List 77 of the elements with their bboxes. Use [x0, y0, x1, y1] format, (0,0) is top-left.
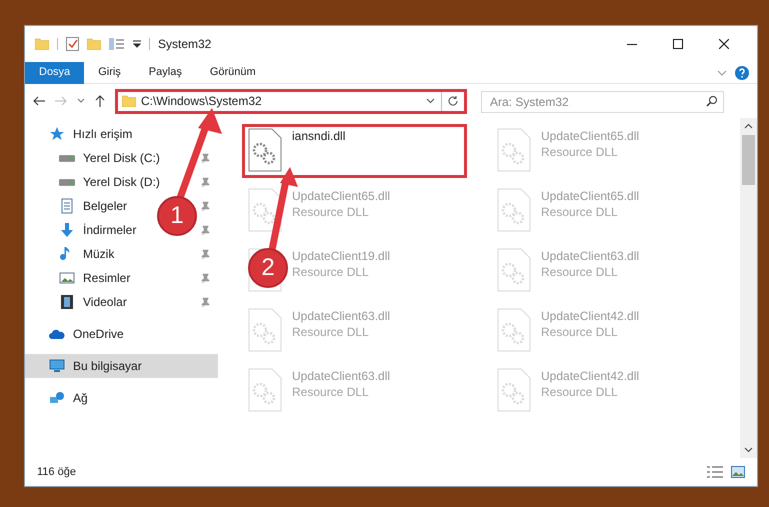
address-field[interactable]: C:\Windows\System32 [115, 88, 467, 114]
window-title: System32 [158, 36, 212, 53]
nav-item[interactable]: Bu bilgisayar [25, 354, 218, 378]
dll-file-icon [497, 248, 531, 292]
pin-icon[interactable] [200, 297, 210, 307]
chevron-down-icon[interactable] [744, 447, 753, 453]
nav-item[interactable]: Videolar [59, 292, 127, 312]
details-view-icon[interactable] [707, 466, 723, 478]
nav-item[interactable]: Ağ [25, 386, 218, 410]
back-arrow-icon[interactable] [33, 96, 45, 106]
down-arrow-icon [59, 222, 75, 238]
item-count: 116 öğe [37, 464, 76, 480]
chevron-up-icon[interactable] [744, 123, 753, 129]
picture-icon [59, 270, 75, 286]
file-type: Resource DLL [292, 204, 370, 220]
file-type: Resource DLL [541, 204, 619, 220]
dll-file-icon [497, 188, 531, 232]
ribbon-tab[interactable]: Giriş [84, 62, 135, 84]
nav-item[interactable]: Resimler [59, 268, 130, 288]
dll-file-icon [248, 188, 282, 232]
ribbon-tab[interactable]: Paylaş [134, 62, 196, 84]
file-type: Resource DLL [541, 324, 619, 340]
refresh-icon[interactable] [447, 95, 459, 107]
nav-item[interactable]: OneDrive [25, 322, 218, 346]
large-icons-view-icon[interactable] [731, 466, 745, 478]
file-type: Resource DLL [541, 384, 619, 400]
nav-item[interactable]: Belgeler [59, 196, 128, 216]
nav-item[interactable]: Yerel Disk (C:) [59, 148, 160, 168]
search-field[interactable]: Ara: System32 [481, 91, 724, 113]
ribbon-tab[interactable]: Dosya [25, 62, 84, 84]
file-type: Resource DLL [541, 144, 619, 160]
search-icon[interactable] [706, 95, 718, 107]
pin-icon[interactable] [200, 225, 210, 235]
folder-icon [35, 38, 49, 50]
pin-icon[interactable] [200, 273, 210, 283]
dropdown-caret-icon[interactable] [133, 40, 141, 48]
chevron-down-icon[interactable] [77, 98, 85, 104]
network-icon [49, 390, 65, 406]
nav-item[interactable]: Müzik [59, 244, 114, 264]
pin-icon[interactable] [200, 201, 210, 211]
drive-icon [59, 178, 75, 186]
file-type: Resource DLL [541, 264, 619, 280]
highlighted-file-item[interactable]: iansndi.dll [242, 124, 467, 178]
dll-file-icon [248, 128, 282, 172]
nav-item[interactable]: Yerel Disk (D:) [59, 172, 160, 192]
computer-icon [49, 358, 65, 374]
scrollbar-thumb[interactable] [742, 135, 755, 185]
pin-icon[interactable] [200, 249, 210, 259]
dll-file-icon [497, 128, 531, 172]
dll-file-icon [248, 308, 282, 352]
maximize-icon [673, 39, 683, 49]
dll-file-icon [497, 308, 531, 352]
pin-icon[interactable] [200, 177, 210, 187]
film-icon [59, 294, 75, 310]
pin-icon[interactable] [200, 153, 210, 163]
close-icon [719, 39, 729, 49]
star-icon [49, 126, 65, 142]
ribbon-tab[interactable]: Görünüm [196, 62, 270, 84]
up-arrow-icon[interactable] [95, 95, 105, 107]
help-icon[interactable] [735, 66, 749, 80]
document-icon [59, 198, 75, 214]
chevron-down-icon[interactable] [426, 98, 435, 104]
drive-icon [59, 154, 75, 162]
dll-file-icon [248, 368, 282, 412]
file-type: Resource DLL [292, 384, 370, 400]
file-type: Resource DLL [292, 264, 370, 280]
nav-item[interactable]: İndirmeler [59, 220, 136, 240]
address-path: C:\Windows\System32 [141, 93, 262, 110]
file-type: Resource DLL [292, 324, 370, 340]
checklist-icon[interactable] [66, 37, 79, 51]
new-folder-icon [87, 38, 101, 50]
scrollbar[interactable] [740, 118, 757, 458]
nav-item[interactable]: Hızlı erişim [25, 122, 218, 146]
properties-icon[interactable] [109, 38, 125, 50]
folder-icon [122, 95, 136, 107]
file-name[interactable]: iansndi.dll [292, 128, 346, 144]
dll-file-icon [497, 368, 531, 412]
